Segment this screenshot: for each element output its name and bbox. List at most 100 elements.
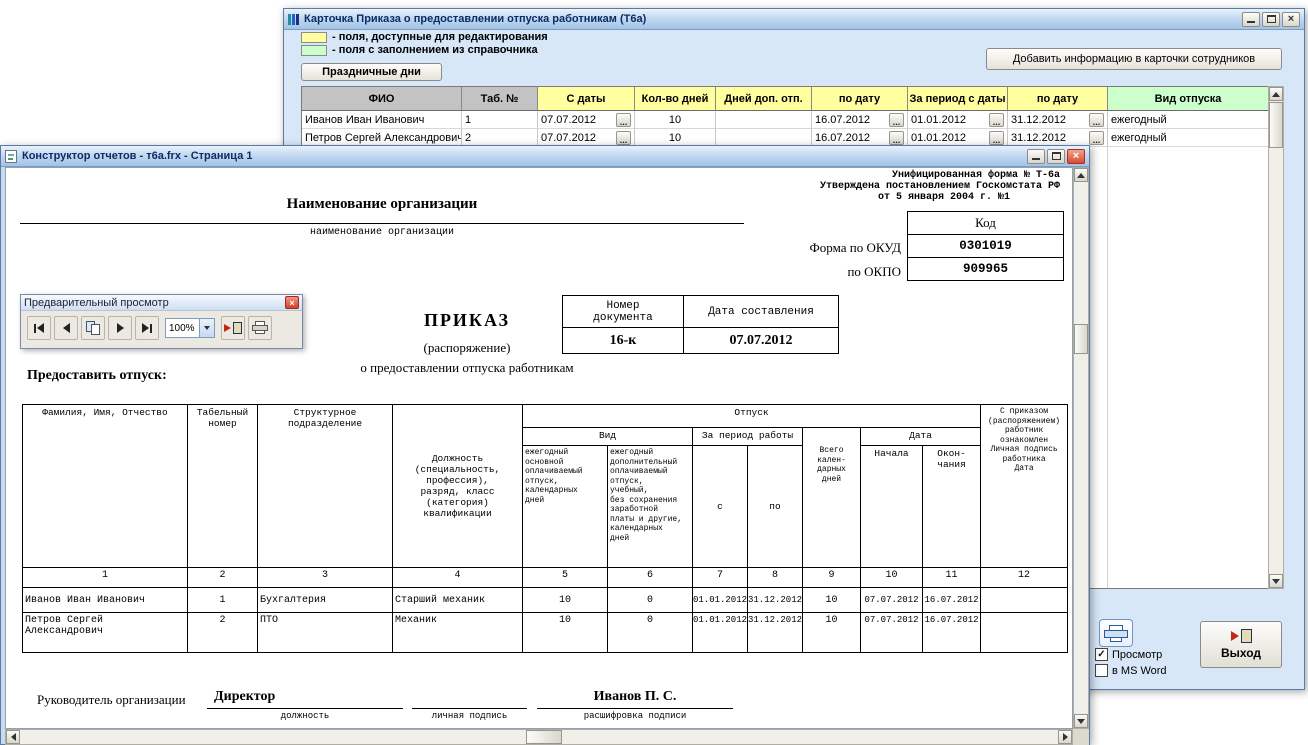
report-vertical-scrollbar[interactable] <box>1073 167 1089 729</box>
date-picker-button[interactable]: ... <box>616 113 631 127</box>
prev-page-button[interactable] <box>54 316 78 340</box>
cell-period-from[interactable]: 01.01.2012... <box>908 111 1008 129</box>
zoom-select[interactable]: 100% <box>165 318 215 338</box>
date-picker-button[interactable]: ... <box>989 113 1004 127</box>
doc-cell: 16.07.2012 <box>923 588 981 613</box>
th-fio: Фамилия, Имя, Отчество <box>23 405 188 568</box>
th-tab: Табельный номер <box>188 405 258 568</box>
last-page-button[interactable] <box>135 316 159 340</box>
scroll-down-button[interactable] <box>1074 714 1088 728</box>
scroll-up-button[interactable] <box>1074 168 1088 182</box>
preview-toolbar-titlebar[interactable]: Предварительный просмотр × <box>21 295 302 311</box>
exit-button-label: Выход <box>1221 646 1261 660</box>
report-titlebar[interactable]: Конструктор отчетов - т6а.frx - Страница… <box>1 146 1089 167</box>
cell-fio[interactable]: Иванов Иван Иванович <box>302 111 462 129</box>
doc-cell: Петров Сергей Александрович <box>23 613 188 653</box>
col-number: 5 <box>523 568 608 588</box>
th-end: Окон- чания <box>923 446 981 568</box>
close-preview-button[interactable] <box>221 316 245 340</box>
grid-header-extra-days: Дней доп. отп. <box>716 87 812 111</box>
card-minimize-button[interactable] <box>1242 12 1260 27</box>
doc-date-header: Дата составления <box>683 296 838 327</box>
scroll-thumb[interactable] <box>1269 102 1283 148</box>
desktop: Карточка Приказа о предоставлении отпуск… <box>0 0 1308 745</box>
next-page-button[interactable] <box>108 316 132 340</box>
doc-cell: 10 <box>803 613 861 653</box>
date-picker-button[interactable]: ... <box>1089 131 1104 145</box>
report-window: Конструктор отчетов - т6а.frx - Страница… <box>0 145 1090 745</box>
report-close-button[interactable]: × <box>1067 149 1085 164</box>
form-note-line1: Унифицированная форма № Т-6а <box>606 170 1060 181</box>
print-preview-button[interactable] <box>248 316 272 340</box>
printer-icon <box>1104 625 1128 642</box>
holidays-button[interactable]: Праздничные дни <box>301 63 442 81</box>
scroll-left-button[interactable] <box>6 730 20 744</box>
preview-toolbar-body: 100% <box>21 311 302 345</box>
pages-button[interactable] <box>81 316 105 340</box>
first-page-icon <box>34 324 36 333</box>
th-kind-add: ежегодный дополнительный оплачиваемый от… <box>608 446 693 568</box>
date-picker-button[interactable]: ... <box>989 131 1004 145</box>
exit-button[interactable]: Выход <box>1200 621 1282 668</box>
cell-extra-days[interactable] <box>716 111 812 129</box>
cell-to-date[interactable]: 16.07.2012... <box>812 111 908 129</box>
card-titlebar[interactable]: Карточка Приказа о предоставлении отпуск… <box>284 9 1304 30</box>
preview-option: ✓ Просмотр <box>1095 648 1162 661</box>
table-row: Иванов Иван Иванович 1 Бухгалтерия Старш… <box>23 588 1068 613</box>
date-picker-button[interactable]: ... <box>1089 113 1104 127</box>
doc-cell <box>981 613 1068 653</box>
cell-type[interactable]: ежегодный <box>1108 111 1269 129</box>
position-value: Директор <box>214 689 275 705</box>
doc-cell: 10 <box>803 588 861 613</box>
scroll-right-button[interactable] <box>1058 730 1072 744</box>
th-total: Всего кален- дарных дней <box>803 428 861 568</box>
pages-icon <box>86 321 101 336</box>
cell-days[interactable]: 10 <box>635 111 716 129</box>
scroll-thumb[interactable] <box>1074 324 1088 354</box>
date-value: 07.07.2012 <box>541 114 616 126</box>
grid-header-type: Вид отпуска <box>1108 87 1269 111</box>
close-icon: × <box>1288 13 1294 25</box>
report-maximize-button[interactable] <box>1047 149 1065 164</box>
doc-cell: 07.07.2012 <box>861 613 923 653</box>
date-value: 01.01.2012 <box>911 114 989 126</box>
grid-header-days: Кол-во дней <box>635 87 716 111</box>
next-page-icon <box>117 323 124 333</box>
maximize-icon <box>1052 152 1061 160</box>
col-number: 8 <box>748 568 803 588</box>
report-horizontal-scrollbar[interactable] <box>5 729 1073 745</box>
add-info-button[interactable]: Добавить информацию в карточки сотрудник… <box>986 48 1282 70</box>
cell-period-to[interactable]: 31.12.2012... <box>1008 111 1108 129</box>
date-picker-button[interactable]: ... <box>616 131 631 145</box>
last-page-icon <box>142 323 149 333</box>
name-line <box>537 708 733 709</box>
card-maximize-button[interactable] <box>1262 12 1280 27</box>
card-vertical-scrollbar[interactable] <box>1268 86 1284 589</box>
zoom-dropdown-button[interactable] <box>199 319 214 337</box>
doc-cell: 07.07.2012 <box>861 588 923 613</box>
doc-cell: 2 <box>188 613 258 653</box>
cell-tab[interactable]: 1 <box>462 111 538 129</box>
scroll-down-button[interactable] <box>1269 574 1283 588</box>
date-picker-button[interactable]: ... <box>889 131 904 145</box>
scroll-up-button[interactable] <box>1269 87 1283 101</box>
card-close-button[interactable]: × <box>1282 12 1300 27</box>
date-picker-button[interactable]: ... <box>889 113 904 127</box>
doc-cell: 0 <box>608 613 693 653</box>
msword-checkbox[interactable] <box>1095 664 1108 677</box>
report-minimize-button[interactable] <box>1027 149 1045 164</box>
doc-cell: 01.01.2012 <box>693 613 748 653</box>
legend-editable-label: - поля, доступные для редактирования <box>332 31 548 43</box>
scroll-thumb[interactable] <box>526 730 562 744</box>
msword-option: в MS Word <box>1095 664 1167 677</box>
preview-checkbox[interactable]: ✓ <box>1095 648 1108 661</box>
th-post: Должность (специальность, профессия), ра… <box>393 405 523 568</box>
minimize-icon <box>1032 158 1040 160</box>
first-page-button[interactable] <box>27 316 51 340</box>
cell-from-date[interactable]: 07.07.2012... <box>538 111 635 129</box>
preview-close-button[interactable]: × <box>285 296 299 309</box>
print-button[interactable] <box>1099 619 1133 647</box>
preview-checkbox-label: Просмотр <box>1112 649 1162 661</box>
cell-type[interactable]: ежегодный <box>1108 129 1269 147</box>
col-number: 4 <box>393 568 523 588</box>
